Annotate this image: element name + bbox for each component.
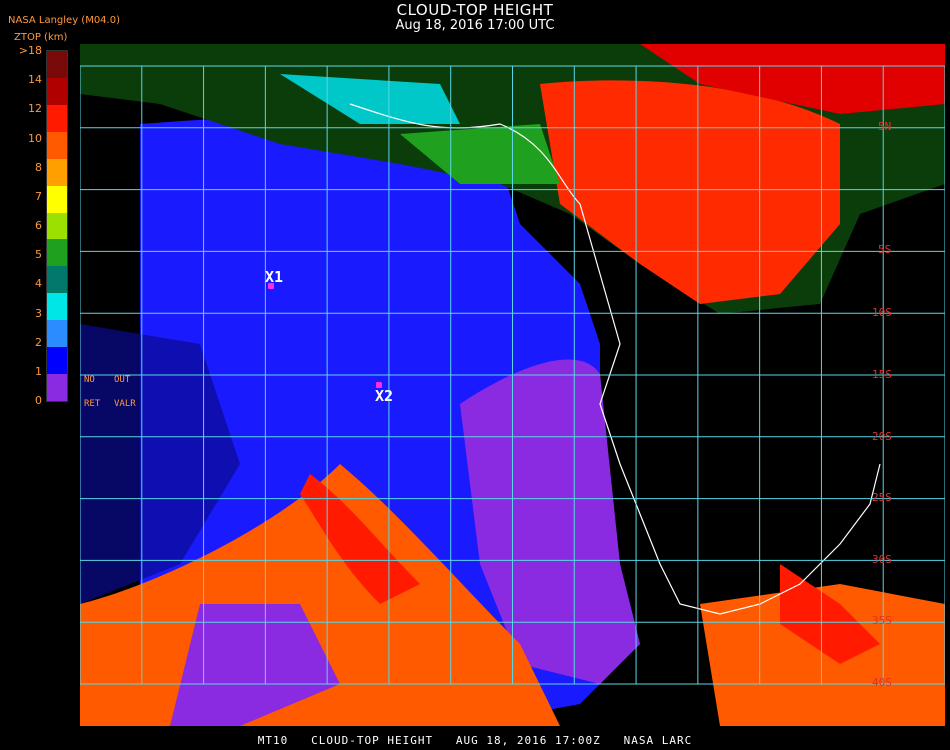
legend-swatch bbox=[47, 77, 67, 106]
lat-label-40s: 40S bbox=[872, 676, 892, 689]
legend-label: 12 bbox=[28, 102, 42, 116]
marker-x2-label: X2 bbox=[375, 387, 394, 405]
note-out: OUT bbox=[114, 375, 131, 385]
lat-label-30s: 30S bbox=[872, 553, 892, 566]
page-subtitle: Aug 18, 2016 17:00 UTC bbox=[395, 18, 555, 33]
lat-label-10s: 10S bbox=[872, 306, 892, 319]
lat-label-15s: 15S bbox=[872, 368, 892, 381]
legend-swatch bbox=[47, 293, 67, 321]
legend-swatch bbox=[47, 131, 67, 160]
org-label: NASA Langley (M04.0) bbox=[8, 15, 120, 26]
marker-x1-label: X1 bbox=[265, 268, 284, 286]
legend-label: 4 bbox=[35, 277, 42, 291]
legend-label: 7 bbox=[35, 189, 42, 203]
legend-label: 3 bbox=[35, 306, 42, 320]
note-valr: VALR bbox=[114, 399, 136, 409]
page-title: CLOUD-TOP HEIGHT bbox=[396, 1, 554, 19]
legend-swatch bbox=[47, 158, 67, 187]
legend-swatch bbox=[47, 185, 67, 214]
legend-swatch bbox=[47, 104, 67, 133]
legend-label: 10 bbox=[28, 131, 42, 145]
legend-swatch bbox=[47, 212, 67, 240]
lat-label-20s: 20S bbox=[872, 430, 892, 443]
lat-label-25s: 25S bbox=[872, 491, 892, 504]
unit-label: ZTOP (km) bbox=[14, 32, 68, 43]
legend-label: >18 bbox=[18, 44, 42, 57]
legend-label: 2 bbox=[35, 335, 42, 349]
satellite-map bbox=[80, 44, 945, 726]
lat-label-5n: 5N bbox=[878, 120, 892, 133]
lat-label-5s: 5S bbox=[878, 243, 892, 256]
legend-label: 6 bbox=[35, 219, 42, 232]
color-legend bbox=[46, 50, 68, 402]
note-no: NO bbox=[84, 375, 95, 385]
legend-swatch bbox=[47, 239, 67, 267]
legend-swatch bbox=[47, 266, 67, 294]
legend-label: 8 bbox=[35, 160, 42, 174]
legend-label: 5 bbox=[35, 248, 42, 262]
legend-swatch bbox=[47, 347, 67, 375]
legend-swatch bbox=[47, 374, 67, 402]
note-ret: RET bbox=[84, 399, 101, 409]
lat-label-35s: 35S bbox=[872, 614, 892, 627]
legend-label: 0 bbox=[35, 394, 42, 407]
legend-label: 14 bbox=[28, 73, 42, 87]
footer-caption: MT10 CLOUD-TOP HEIGHT AUG 18, 2016 17:00… bbox=[257, 734, 693, 747]
legend-label: 1 bbox=[35, 364, 42, 378]
legend-swatch bbox=[47, 51, 67, 79]
legend-swatch bbox=[47, 320, 67, 348]
